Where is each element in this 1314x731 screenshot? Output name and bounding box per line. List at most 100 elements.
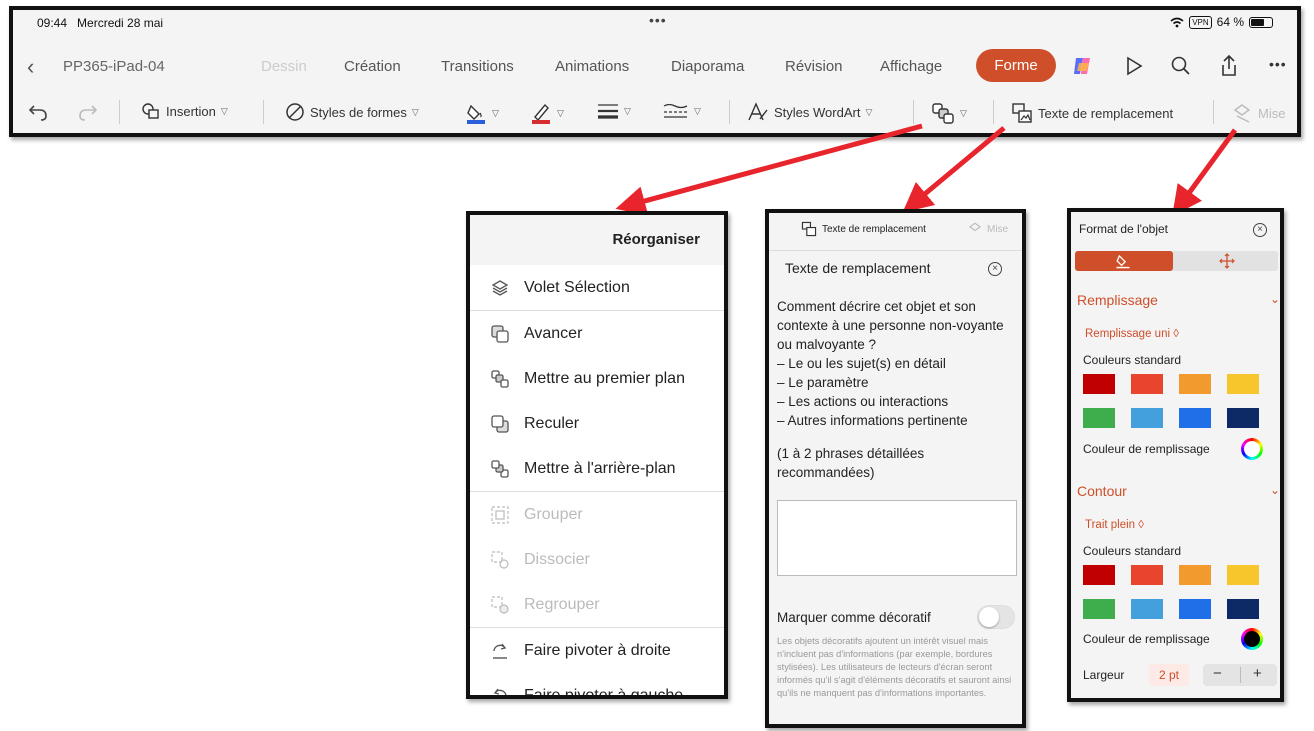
menu-item-bring-forward[interactable]: Avancer (470, 311, 724, 356)
share-icon[interactable] (1218, 54, 1240, 78)
ribbon-window: 09:44 Mercredi 28 mai ••• VPN 64 % ‹ PP3… (9, 6, 1301, 137)
line-style-button[interactable]: ▽ (663, 102, 701, 120)
color-swatch[interactable] (1131, 408, 1163, 428)
chevron-down-icon[interactable]: ⌄ (1270, 292, 1280, 306)
tab-mise[interactable]: Mise (967, 221, 1008, 237)
line-color-button[interactable]: ▽ (530, 102, 564, 124)
color-swatch[interactable] (1083, 374, 1115, 394)
alt-text-label: Texte de remplacement (1038, 105, 1174, 121)
menu-item-send-to-back[interactable]: Mettre à l'arrière-plan (470, 446, 724, 491)
outline-type-select[interactable]: Trait plein ◊ (1085, 519, 1144, 531)
increment-button[interactable]: + (1253, 665, 1262, 682)
outline-section-header[interactable]: Contour (1077, 483, 1127, 499)
tab-animations[interactable]: Animations (555, 58, 629, 75)
color-swatch[interactable] (1083, 599, 1115, 619)
width-stepper[interactable]: − + (1203, 664, 1277, 686)
menu-item-label: Dissocier (524, 550, 590, 568)
color-swatch[interactable] (1131, 565, 1163, 585)
toolbar-divider (993, 100, 994, 124)
regroup-icon (491, 595, 509, 614)
paint-bucket-icon (1116, 254, 1130, 269)
insertion-label: Insertion (166, 103, 216, 119)
color-swatch[interactable] (1227, 374, 1259, 394)
decrement-button[interactable]: − (1213, 665, 1222, 682)
alt-text-button[interactable]: Texte de remplacement (1011, 102, 1173, 124)
color-swatch[interactable] (1179, 374, 1211, 394)
decorative-note: Les objets décoratifs ajoutent un intérê… (777, 636, 1012, 698)
tab-diaporama[interactable]: Diaporama (671, 58, 744, 75)
undo-icon[interactable] (27, 102, 49, 122)
menu-item-regroup[interactable]: Regrouper (470, 582, 724, 627)
send-to-back-icon (491, 459, 509, 478)
search-icon[interactable] (1169, 54, 1191, 78)
wordart-styles-button[interactable]: Styles WordArt ▽ (747, 102, 872, 122)
tab-transitions[interactable]: Transitions (441, 58, 514, 75)
copilot-icon[interactable] (1071, 54, 1095, 78)
fill-type-select[interactable]: Remplissage uni ◊ (1085, 328, 1179, 340)
tab-revision[interactable]: Révision (785, 58, 843, 75)
color-swatch[interactable] (1179, 565, 1211, 585)
tab-dessin[interactable]: Dessin (261, 58, 307, 75)
close-icon[interactable]: × (988, 262, 1002, 276)
toolbar-divider (913, 100, 914, 124)
more-icon[interactable]: ••• (1269, 56, 1287, 72)
alt-text-icon (801, 221, 817, 237)
chevron-down-icon[interactable]: ⌄ (1270, 483, 1280, 497)
mise-button[interactable]: Mise (1231, 102, 1285, 124)
menu-item-bring-to-front[interactable]: Mettre au premier plan (470, 356, 724, 401)
color-swatch[interactable] (1227, 565, 1259, 585)
arrange-icon (932, 103, 954, 124)
line-weight-icon (598, 104, 618, 119)
decorative-toggle[interactable] (977, 605, 1015, 629)
alt-text-recommendation: (1 à 2 phrases détaillées recommandées) (777, 446, 925, 480)
insertion-button[interactable]: Insertion ▽ (141, 102, 228, 120)
arrange-button[interactable]: ▽ (931, 102, 967, 124)
color-wheel-icon[interactable] (1241, 438, 1263, 460)
back-chevron-icon[interactable]: ‹ (27, 54, 34, 80)
alt-text-bullet: – Le ou les sujet(s) en détail (777, 356, 946, 371)
shape-styles-button[interactable]: Styles de formes ▽ (285, 102, 419, 122)
menu-item-rotate-right[interactable]: Faire pivoter à droite (470, 628, 724, 673)
play-icon[interactable] (1123, 54, 1145, 78)
redo-icon[interactable] (77, 102, 99, 122)
color-swatch[interactable] (1227, 408, 1259, 428)
tab-affichage[interactable]: Affichage (880, 58, 942, 75)
color-swatch[interactable] (1083, 408, 1115, 428)
color-swatch[interactable] (1083, 565, 1115, 585)
tab-alt-text[interactable]: Texte de remplacement (801, 221, 926, 237)
wordart-icon (748, 102, 768, 121)
fill-section-header[interactable]: Remplissage (1077, 292, 1158, 308)
color-swatch[interactable] (1131, 374, 1163, 394)
segment-fill-line[interactable] (1075, 251, 1173, 271)
color-wheel-icon[interactable] (1241, 628, 1263, 650)
toolbar-divider (729, 100, 730, 124)
send-backward-icon (491, 414, 509, 433)
menu-item-label: Regrouper (524, 595, 600, 613)
alt-text-icon (1012, 103, 1032, 123)
color-swatch[interactable] (1179, 408, 1211, 428)
fill-color-button[interactable]: ▽ (465, 102, 499, 124)
width-value[interactable]: 2 pt (1149, 664, 1189, 686)
menu-item-rotate-left[interactable]: Faire pivoter à gauche (470, 673, 724, 695)
color-swatch[interactable] (1227, 599, 1259, 619)
color-swatch[interactable] (1131, 599, 1163, 619)
menu-item-selection-pane[interactable]: Volet Sélection (470, 265, 724, 310)
chevron-down-icon: ▽ (960, 107, 967, 118)
battery-percent: 64 % (1216, 15, 1244, 29)
close-icon[interactable]: × (1253, 223, 1267, 237)
color-swatch[interactable] (1179, 599, 1211, 619)
line-weight-button[interactable]: ▽ (597, 102, 631, 120)
tab-alt-text-label: Texte de remplacement (822, 223, 926, 235)
battery-icon (1249, 16, 1273, 28)
document-title[interactable]: PP365-iPad-04 (63, 58, 165, 75)
wifi-icon (1170, 17, 1184, 27)
tab-forme[interactable]: Forme (976, 49, 1056, 82)
multitask-dots-icon[interactable]: ••• (649, 12, 667, 28)
menu-item-send-backward[interactable]: Reculer (470, 401, 724, 446)
menu-item-ungroup[interactable]: Dissocier (470, 537, 724, 582)
alt-text-input[interactable] (777, 500, 1017, 576)
tab-mise-label: Mise (987, 223, 1009, 235)
tab-creation[interactable]: Création (344, 58, 401, 75)
move-arrows-icon[interactable] (1219, 253, 1235, 269)
menu-item-group[interactable]: Grouper (470, 492, 724, 537)
